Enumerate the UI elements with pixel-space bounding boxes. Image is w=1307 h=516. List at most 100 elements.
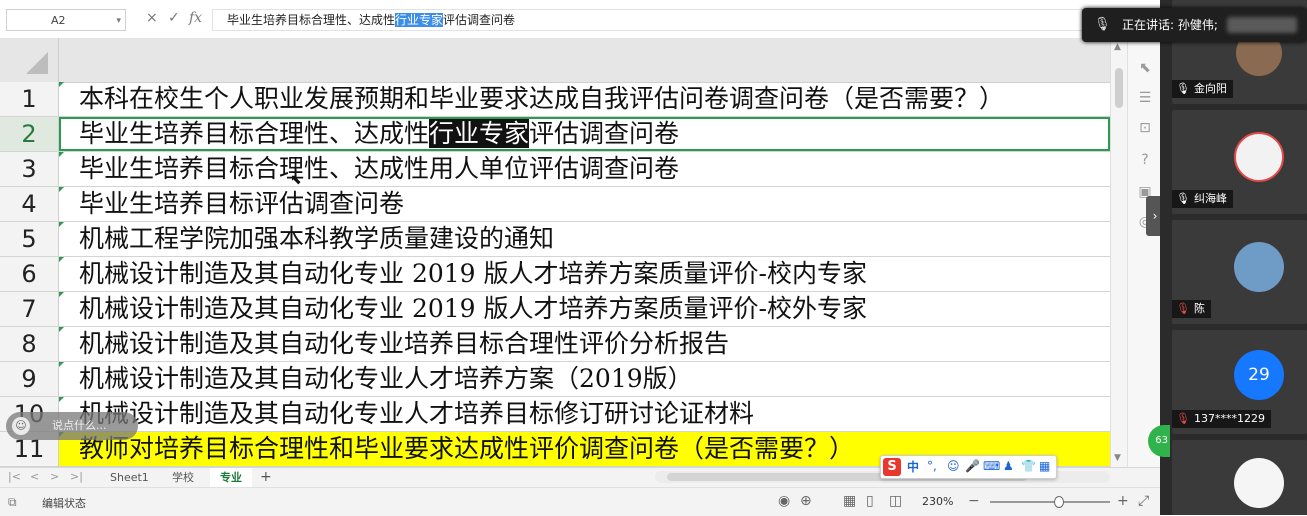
table-row: 5 机械工程学院加强本科教学质量建设的通知 [0,222,1110,257]
participant-name-bar: 🎙 金向阳 [1172,80,1233,98]
last-sheet-icon[interactable]: >| [70,470,83,483]
spreadsheet-grid: 1 本科在校生个人职业发展预期和毕业要求达成自我评估问卷调查问卷（是否需要？） … [0,82,1110,467]
cell[interactable]: 本科在校生个人职业发展预期和毕业要求达成自我评估问卷调查问卷（是否需要？） [59,82,1110,116]
participant-tile[interactable] [1172,440,1307,515]
first-sheet-icon[interactable]: |< [8,470,21,483]
cell[interactable]: 毕业生培养目标评估调查问卷 [59,187,1110,221]
cell[interactable]: 机械设计制造及其自动化专业 2019 版人才培养方案质量评价-校外专家 [59,292,1110,326]
scroll-up-icon[interactable]: ▲ [1114,42,1121,52]
page-break-icon[interactable]: ◫ [889,493,902,509]
cell-text-after: 评估调查问卷 [529,119,680,148]
table-row: 4 毕业生培养目标评估调查问卷 [0,187,1110,222]
scroll-thumb[interactable] [1115,68,1123,108]
cell[interactable]: 机械设计制造及其自动化专业 2019 版人才培养方案质量评价-校内专家 [59,257,1110,291]
chevron-down-icon[interactable]: ▾ [72,10,121,32]
speaking-indicator: 🎙 正在讲话: 孙健伟; [1082,8,1307,42]
fullscreen-icon[interactable]: ⤢ [1138,493,1149,509]
macro-icon[interactable]: ⧉ [8,495,17,510]
avatar [1234,458,1284,508]
participant-tile[interactable]: 🎙 纠海峰 [1172,110,1307,214]
cell[interactable]: 毕业生培养目标合理性、达成性用人单位评估调查问卷 [59,152,1110,186]
user-icon[interactable]: ♟ [1003,459,1014,473]
cell-reference: A2 [51,14,66,27]
ime-toolbar: S 中 °, ☺ 🎤 ⌨ ♟ 👕 ▦ [880,455,1057,479]
layout-icon[interactable]: ⊡ [1136,120,1154,136]
participant-name: 137****1229 [1193,412,1265,425]
cell[interactable]: 机械工程学院加强本科教学质量建设的通知 [59,222,1110,256]
active-cell[interactable]: 毕业生培养目标合理性、达成性行业专家评估调查问卷 [59,117,1110,151]
column-header[interactable] [0,38,1110,83]
emoji-icon[interactable]: ☺ [12,417,30,435]
confirm-icon[interactable]: ✓ [168,10,180,26]
chevron-right-icon: › [1152,209,1158,223]
formula-input[interactable]: 毕业生培养目标合理性、达成性行业专家评估调查问卷 [212,9,1102,31]
microphone-icon: 🎙 [1176,192,1190,205]
page-layout-icon[interactable]: ▯ [866,493,874,509]
select-all-corner[interactable] [0,38,59,82]
view-options-icon[interactable]: ⊕ [800,493,812,509]
punctuation-icon[interactable]: °, [927,459,937,473]
microphone-icon[interactable]: 🎤 [965,459,980,473]
row-number[interactable]: 2 [0,117,59,151]
participant-name-bar: 🎙 137****1229 [1172,410,1271,428]
chat-input-bubble[interactable]: ☺ 说点什么... [6,412,138,440]
row-number[interactable]: 5 [0,222,59,256]
tab-sheet1[interactable]: Sheet1 [100,468,159,487]
ime-mode[interactable]: 中 [907,458,919,475]
cell[interactable]: 机械设计制造及其自动化专业培养目标合理性评价分析报告 [59,327,1110,361]
microphone-icon: 🎙 [1094,17,1111,32]
participant-tile[interactable]: 🎙 陈 [1172,220,1307,324]
help-icon[interactable]: ? [1136,152,1154,168]
scroll-down-icon[interactable]: ▼ [1114,453,1121,463]
name-box[interactable]: A2 ▾ [6,9,126,31]
microphone-muted-icon: 🎙 [1176,302,1190,315]
next-sheet-icon[interactable]: > [50,470,59,483]
prev-sheet-icon[interactable]: < [30,470,39,483]
sogou-logo-icon[interactable]: S [883,458,901,476]
cell[interactable]: 机械设计制造及其自动化专业人才培养目标修订研讨论证材料 [59,397,1110,431]
participant-name: 纠海峰 [1193,192,1227,205]
row-number[interactable]: 3 [0,152,59,186]
status-mode: 编辑状态 [42,497,86,510]
emoji-icon[interactable]: ☺ [947,459,960,473]
row-number[interactable]: 8 [0,327,59,361]
side-toolbar: ⬉ ☰ ⊡ ? ▣ ◎ [1127,38,1160,467]
participant-tile[interactable]: 29 🎙 137****1229 [1172,330,1307,434]
chat-placeholder: 说点什么... [52,419,107,432]
tab-school[interactable]: 学校 [162,468,204,487]
table-row: 3 毕业生培养目标合理性、达成性用人单位评估调查问卷 [0,152,1110,187]
row-number[interactable]: 4 [0,187,59,221]
table-row-active: 2 毕业生培养目标合理性、达成性行业专家评估调查问卷 [0,117,1110,152]
participant-name-bar: 🎙 纠海峰 [1172,190,1233,208]
zoom-slider[interactable] [990,496,1110,508]
formula-text-after: 评估调查问卷 [443,13,516,27]
blurred-name [1227,17,1297,33]
table-row: 9 机械设计制造及其自动化专业人才培养方案（2019版） [0,362,1110,397]
mouse-cursor-icon: ⬉ [290,172,302,188]
function-icon[interactable]: fx [189,10,202,26]
zoom-out-icon[interactable]: − [968,493,980,509]
row-number[interactable]: 1 [0,82,59,116]
microphone-muted-icon: 🎙 [1176,412,1190,425]
status-bar: ⧉ 编辑状态 ◉ ⊕ ▦ ▯ ◫ 230% − + ⤢ [0,487,1160,516]
skin-icon[interactable]: 👕 [1021,459,1036,473]
tab-major[interactable]: 专业 [210,468,252,489]
toolbox-icon[interactable]: ▦ [1039,459,1050,473]
row-number[interactable]: 9 [0,362,59,396]
row-number[interactable]: 7 [0,292,59,326]
zoom-in-icon[interactable]: + [1117,493,1129,509]
row-number[interactable]: 6 [0,257,59,291]
cancel-icon[interactable]: × [146,10,158,26]
pointer-icon[interactable]: ⬉ [1136,60,1154,76]
eye-protect-icon[interactable]: ◉ [778,493,790,509]
vertical-scrollbar[interactable]: ▲ ▼ [1110,38,1127,467]
filter-settings-icon[interactable]: ☰ [1136,90,1154,106]
participant-name: 陈 [1193,302,1205,315]
zoom-level[interactable]: 230% [922,495,953,508]
cell[interactable]: 机械设计制造及其自动化专业人才培养方案（2019版） [59,362,1110,396]
zoom-slider-knob[interactable] [1053,496,1064,508]
add-sheet-button[interactable]: + [250,468,282,487]
normal-view-icon[interactable]: ▦ [843,493,856,509]
formula-text-selected: 行业专家 [395,13,444,27]
keyboard-icon[interactable]: ⌨ [983,459,1000,473]
